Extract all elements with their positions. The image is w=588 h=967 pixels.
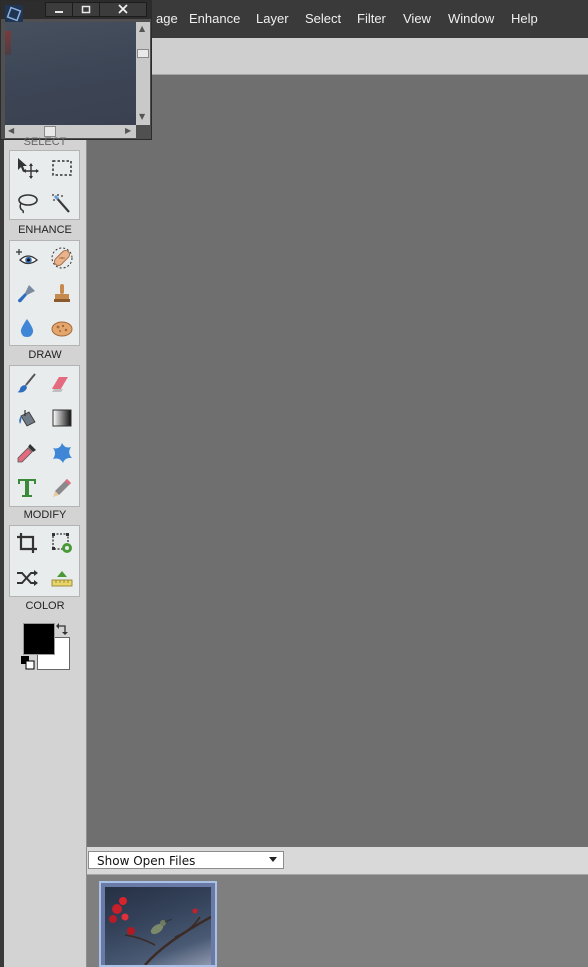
scroll-right-arrow-icon[interactable]: ▶	[125, 127, 131, 135]
spot-healing-tool-icon	[51, 247, 73, 269]
crop-tool[interactable]	[12, 528, 42, 558]
custom-shape-tool[interactable]	[47, 438, 77, 468]
blur-tool-icon	[20, 319, 34, 337]
document-canvas-area[interactable]	[87, 75, 588, 847]
floating-window-titlebar[interactable]	[1, 1, 151, 23]
red-eye-tool-icon	[16, 249, 39, 265]
quick-selection-tool-icon	[52, 194, 70, 213]
clone-stamp-tool-icon	[54, 284, 70, 302]
default-colors-icon[interactable]	[21, 656, 35, 670]
brush-tool-icon	[17, 373, 36, 393]
dropdown-selected-value: Show Open Files	[97, 854, 196, 868]
smart-brush-tool[interactable]	[12, 278, 42, 308]
section-label-color: COLOR	[25, 600, 65, 612]
type-tool[interactable]	[12, 473, 42, 503]
brush-tool[interactable]	[12, 368, 42, 398]
type-tool-icon	[18, 479, 36, 497]
pencil-tool-icon	[53, 479, 71, 497]
scroll-up-arrow-icon[interactable]: ▲	[139, 25, 145, 33]
custom-shape-tool-icon	[53, 443, 72, 463]
vertical-scroll-thumb[interactable]	[137, 49, 149, 58]
navigator-preview[interactable]	[5, 22, 136, 125]
menu-enhance[interactable]: Enhance	[189, 11, 240, 26]
spot-healing-tool[interactable]	[47, 243, 77, 273]
modify-tool-group	[9, 525, 80, 597]
show-open-files-dropdown[interactable]: Show Open Files	[88, 851, 284, 869]
lasso-tool-icon	[18, 194, 38, 214]
section-label-enhance: ENHANCE	[18, 224, 72, 236]
preview-color-fragment	[5, 31, 11, 55]
swap-colors-icon[interactable]	[55, 622, 69, 636]
menu-layer[interactable]: Layer	[256, 11, 289, 26]
marquee-tool-icon	[52, 160, 72, 176]
content-aware-move-tool-icon	[17, 570, 38, 586]
eraser-tool-icon	[51, 377, 68, 392]
lasso-tool[interactable]	[12, 188, 42, 218]
move-tool-icon	[18, 158, 39, 179]
navigator-floating-window[interactable]: ▲ ▼ ◀ ▶	[0, 0, 152, 140]
move-tool[interactable]	[12, 153, 42, 183]
toolbox-edge	[0, 140, 4, 967]
recompose-tool-icon	[52, 533, 72, 553]
menu-filter[interactable]: Filter	[357, 11, 386, 26]
scroll-down-arrow-icon[interactable]: ▼	[139, 113, 145, 121]
eraser-tool[interactable]	[47, 368, 77, 398]
vertical-scrollbar[interactable]: ▲ ▼	[136, 22, 150, 125]
marquee-tool[interactable]	[47, 153, 77, 183]
maximize-button[interactable]	[72, 2, 100, 17]
close-button[interactable]	[99, 2, 147, 17]
hummingbird-photo	[105, 887, 211, 965]
eyedropper-tool[interactable]	[12, 438, 42, 468]
gradient-tool-icon	[52, 409, 72, 427]
sponge-tool-icon	[51, 321, 73, 337]
menu-view[interactable]: View	[403, 11, 431, 26]
section-label-select: SELECT	[23, 136, 67, 148]
paint-bucket-tool[interactable]	[12, 403, 42, 433]
clone-stamp-tool[interactable]	[47, 278, 77, 308]
smart-brush-tool-icon	[18, 285, 35, 303]
pencil-tool[interactable]	[47, 473, 77, 503]
chevron-down-icon	[269, 857, 277, 862]
thumbnail-image-graphic	[109, 897, 211, 965]
close-icon	[118, 4, 128, 14]
enhance-tool-group	[9, 240, 80, 346]
foreground-color-swatch[interactable]	[23, 623, 55, 655]
scroll-left-arrow-icon[interactable]: ◀	[8, 127, 14, 135]
maximize-icon	[81, 5, 91, 14]
eyedropper-tool-icon	[17, 444, 36, 463]
straighten-tool[interactable]	[47, 563, 77, 593]
section-label-modify: MODIFY	[23, 509, 67, 521]
select-tool-group	[9, 150, 80, 220]
minimize-button[interactable]	[45, 2, 73, 17]
recompose-tool[interactable]	[47, 528, 77, 558]
sponge-tool[interactable]	[47, 313, 77, 343]
minimize-icon	[55, 11, 63, 13]
quick-selection-tool[interactable]	[47, 188, 77, 218]
menu-image[interactable]: age	[156, 11, 178, 26]
menu-help[interactable]: Help	[511, 11, 538, 26]
crop-tool-icon	[17, 533, 37, 553]
paint-bucket-tool-icon	[19, 410, 36, 427]
photo-bin-bar: Show Open Files	[87, 847, 588, 875]
section-label-draw: DRAW	[28, 349, 62, 361]
red-eye-tool[interactable]	[12, 243, 42, 273]
gradient-tool[interactable]	[47, 403, 77, 433]
straighten-tool-icon	[51, 571, 73, 587]
content-aware-move-tool[interactable]	[12, 563, 42, 593]
menu-select[interactable]: Select	[305, 11, 341, 26]
elements-app-icon	[5, 5, 23, 23]
menu-window[interactable]: Window	[448, 11, 494, 26]
blur-tool[interactable]	[12, 313, 42, 343]
tool-options-strip	[152, 38, 588, 75]
photo-thumbnail[interactable]	[99, 881, 217, 967]
draw-tool-group	[9, 365, 80, 507]
